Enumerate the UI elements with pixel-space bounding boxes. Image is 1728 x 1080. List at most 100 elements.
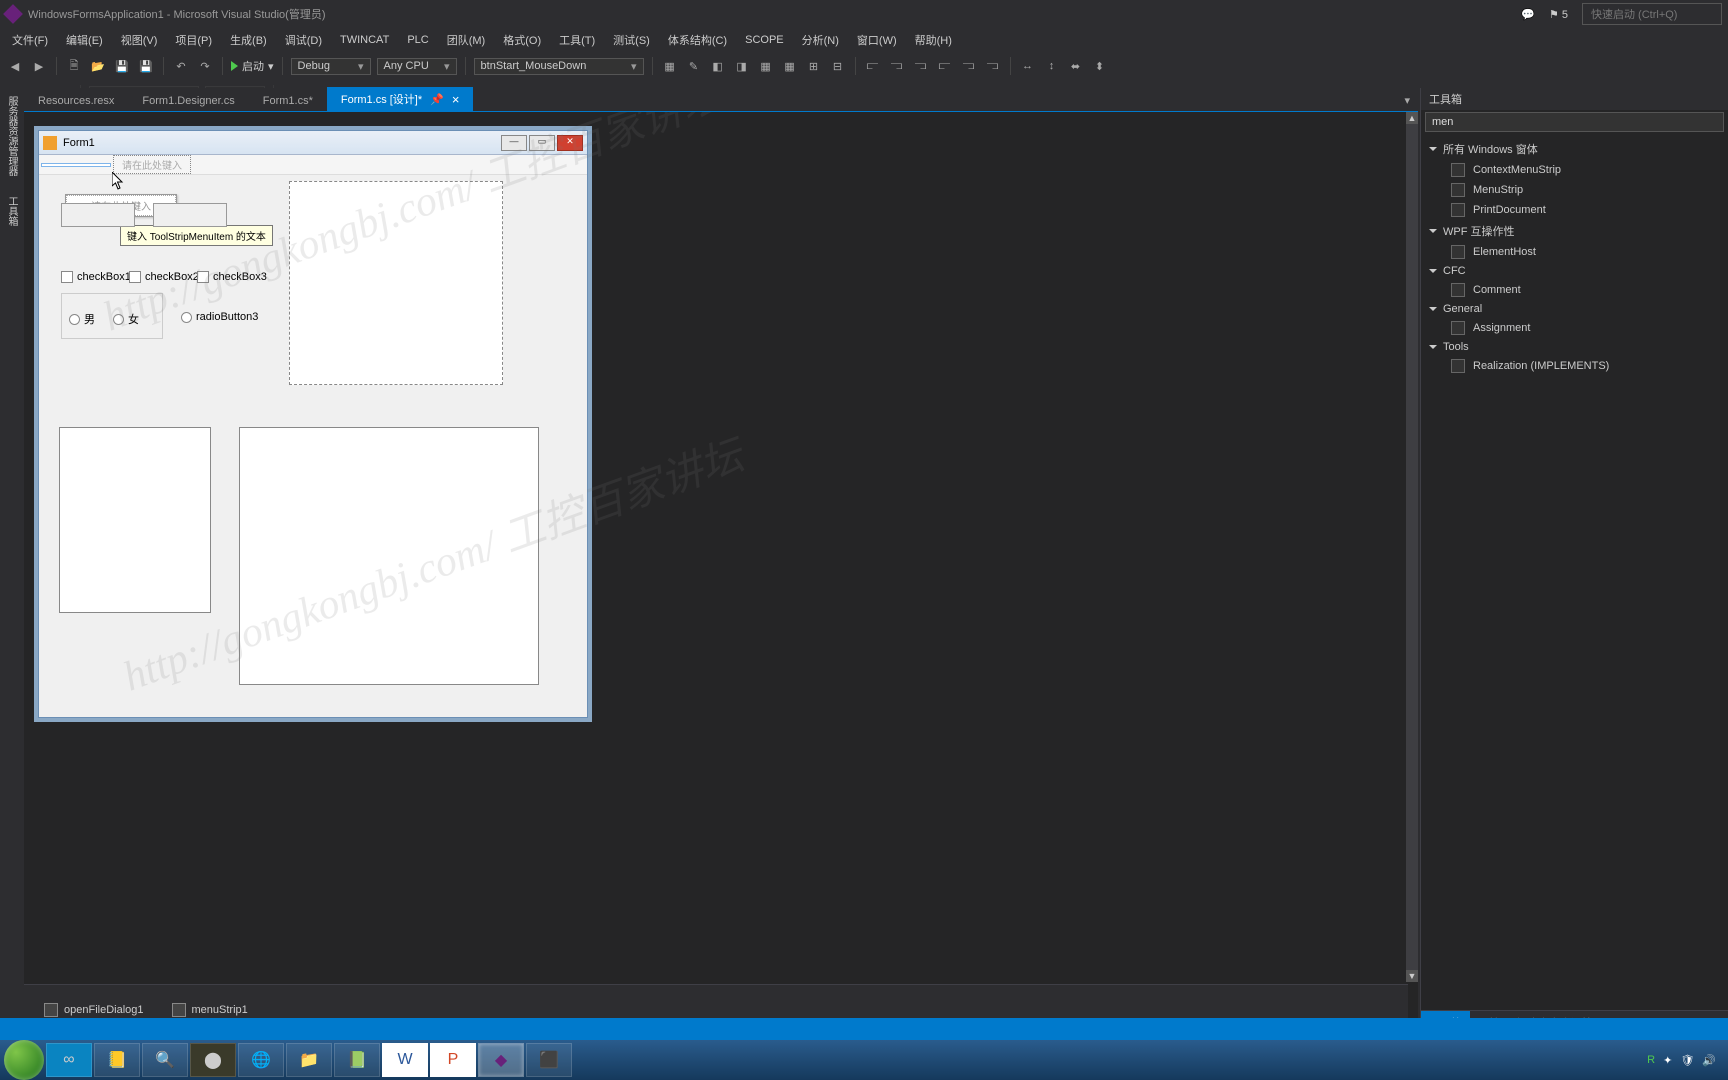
- new-project-icon[interactable]: 🗎: [65, 57, 83, 75]
- tab-overflow-icon[interactable]: ▾: [1396, 90, 1418, 111]
- toolbox-item[interactable]: PrintDocument: [1421, 200, 1728, 220]
- menu-item-placeholder[interactable]: 请在此处键入: [113, 155, 191, 174]
- taskbar-explorer[interactable]: 📁: [286, 1043, 332, 1077]
- checkbox3[interactable]: checkBox3: [197, 271, 267, 283]
- left-tab-server-explorer[interactable]: 服务器资源管理器: [0, 88, 22, 184]
- toolbox-item[interactable]: ContextMenuStrip: [1421, 160, 1728, 180]
- menu-project[interactable]: 项目(P): [167, 30, 220, 50]
- quick-launch-input[interactable]: 快速启动 (Ctrl+Q): [1582, 3, 1722, 25]
- checkbox2[interactable]: checkBox2: [129, 271, 199, 283]
- size-icon[interactable]: ⬍: [1091, 57, 1109, 75]
- component-menustrip[interactable]: menuStrip1: [172, 1003, 248, 1017]
- menu-plc[interactable]: PLC: [399, 32, 436, 48]
- scroll-down-icon[interactable]: ▼: [1406, 970, 1418, 982]
- menu-edit[interactable]: 编辑(E): [58, 30, 111, 50]
- redo-icon[interactable]: ↷: [196, 57, 214, 75]
- form-titlebar[interactable]: Form1 — ▭ ✕: [39, 131, 587, 155]
- menu-build[interactable]: 生成(B): [222, 30, 275, 50]
- close-button[interactable]: ✕: [557, 135, 583, 151]
- size-icon[interactable]: ⬌: [1067, 57, 1085, 75]
- toolbox-item[interactable]: Comment: [1421, 280, 1728, 300]
- menu-scope[interactable]: SCOPE: [737, 32, 792, 48]
- listbox1[interactable]: [59, 427, 211, 613]
- menustrip[interactable]: 请在此处键入: [39, 155, 587, 175]
- checkbox1[interactable]: checkBox1: [61, 271, 131, 283]
- undo-icon[interactable]: ↶: [172, 57, 190, 75]
- menu-format[interactable]: 格式(O): [495, 30, 549, 50]
- taskbar-app[interactable]: 🔍: [142, 1043, 188, 1077]
- save-all-icon[interactable]: 💾: [137, 57, 155, 75]
- menu-file[interactable]: 文件(F): [4, 30, 56, 50]
- taskbar-app[interactable]: 📗: [334, 1043, 380, 1077]
- left-tab-toolbox[interactable]: 工具箱: [0, 188, 22, 234]
- nav-fwd-icon[interactable]: ▶: [30, 57, 48, 75]
- maximize-button[interactable]: ▭: [529, 135, 555, 151]
- align-right-icon[interactable]: ⫎: [912, 57, 930, 75]
- button1[interactable]: [61, 203, 135, 227]
- tb-icon[interactable]: ◧: [709, 57, 727, 75]
- toolbox-item[interactable]: Assignment: [1421, 318, 1728, 338]
- radio-male[interactable]: 男: [69, 311, 95, 327]
- taskbar-word[interactable]: W: [382, 1043, 428, 1077]
- close-tab-icon[interactable]: ×: [452, 92, 460, 107]
- radio3[interactable]: radioButton3: [181, 311, 258, 323]
- menu-analyze[interactable]: 分析(N): [794, 30, 847, 50]
- align-left-icon[interactable]: ⫍: [864, 57, 882, 75]
- tab-form1-cs[interactable]: Form1.cs*: [249, 91, 327, 111]
- toolbox-group[interactable]: WPF 互操作性: [1421, 220, 1728, 242]
- taskbar-app[interactable]: ⬛: [526, 1043, 572, 1077]
- tray-icon[interactable]: R: [1647, 1054, 1655, 1066]
- toolbox-group[interactable]: CFC: [1421, 262, 1728, 280]
- tray-icon[interactable]: 🛡: [1680, 1054, 1694, 1067]
- tb-icon[interactable]: ✎: [685, 57, 703, 75]
- toolbox-group[interactable]: Tools: [1421, 338, 1728, 356]
- taskbar-app[interactable]: ⬤: [190, 1043, 236, 1077]
- menu-view[interactable]: 视图(V): [113, 30, 166, 50]
- toolbox-search-input[interactable]: men: [1425, 112, 1724, 132]
- start-button[interactable]: [4, 1040, 44, 1080]
- menu-help[interactable]: 帮助(H): [907, 30, 960, 50]
- button2[interactable]: [153, 203, 227, 227]
- hspacing-icon[interactable]: ↔: [1019, 57, 1037, 75]
- tb-icon[interactable]: ⊞: [805, 57, 823, 75]
- align-center-icon[interactable]: ⫎: [888, 57, 906, 75]
- vspacing-icon[interactable]: ↕: [1043, 57, 1061, 75]
- align-bottom-icon[interactable]: ⫎: [984, 57, 1002, 75]
- tb-icon[interactable]: ▦: [781, 57, 799, 75]
- toolbox-item[interactable]: ElementHost: [1421, 242, 1728, 262]
- open-icon[interactable]: 📂: [89, 57, 107, 75]
- toolbox-group[interactable]: General: [1421, 300, 1728, 318]
- menu-arch[interactable]: 体系结构(C): [660, 30, 735, 50]
- align-middle-icon[interactable]: ⫎: [960, 57, 978, 75]
- panel1[interactable]: [289, 181, 503, 385]
- method-select[interactable]: btnStart_MouseDown▾: [474, 58, 644, 75]
- tb-icon[interactable]: ▦: [757, 57, 775, 75]
- save-icon[interactable]: 💾: [113, 57, 131, 75]
- nav-back-icon[interactable]: ◀: [6, 57, 24, 75]
- taskbar-app[interactable]: 🌐: [238, 1043, 284, 1077]
- pin-icon[interactable]: 📌: [430, 93, 444, 106]
- menu-debug[interactable]: 调试(D): [277, 30, 330, 50]
- form1-window[interactable]: Form1 — ▭ ✕ 请在此处键入 请在此处键入 键入 ToolStripMe…: [38, 130, 588, 718]
- taskbar-app[interactable]: ∞: [46, 1043, 92, 1077]
- form-client-area[interactable]: 请在此处键入 请在此处键入 键入 ToolStripMenuItem 的文本 c…: [39, 155, 587, 717]
- tb-icon[interactable]: ⊟: [829, 57, 847, 75]
- menu-twincat[interactable]: TWINCAT: [332, 32, 397, 48]
- taskbar-app[interactable]: 📒: [94, 1043, 140, 1077]
- tab-form1-design[interactable]: Form1.cs [设计]*📌×: [327, 87, 474, 111]
- tray-icon[interactable]: 🔊: [1702, 1054, 1716, 1067]
- component-openfiledialog[interactable]: openFileDialog1: [44, 1003, 144, 1017]
- align-top-icon[interactable]: ⫍: [936, 57, 954, 75]
- scroll-up-icon[interactable]: ▲: [1406, 112, 1418, 124]
- taskbar-powerpoint[interactable]: P: [430, 1043, 476, 1077]
- toolbox-item[interactable]: MenuStrip: [1421, 180, 1728, 200]
- menu-item-editing[interactable]: [41, 163, 111, 167]
- toolbox-group[interactable]: 所有 Windows 窗体: [1421, 138, 1728, 160]
- tray-icon[interactable]: ✦: [1663, 1054, 1672, 1067]
- taskbar-visualstudio[interactable]: ◆: [478, 1043, 524, 1077]
- config-select[interactable]: Debug▾: [291, 58, 371, 75]
- menu-team[interactable]: 团队(M): [439, 30, 494, 50]
- vertical-scrollbar[interactable]: ▲ ▼: [1406, 112, 1418, 982]
- tb-icon[interactable]: ◨: [733, 57, 751, 75]
- tab-designer-cs[interactable]: Form1.Designer.cs: [128, 91, 248, 111]
